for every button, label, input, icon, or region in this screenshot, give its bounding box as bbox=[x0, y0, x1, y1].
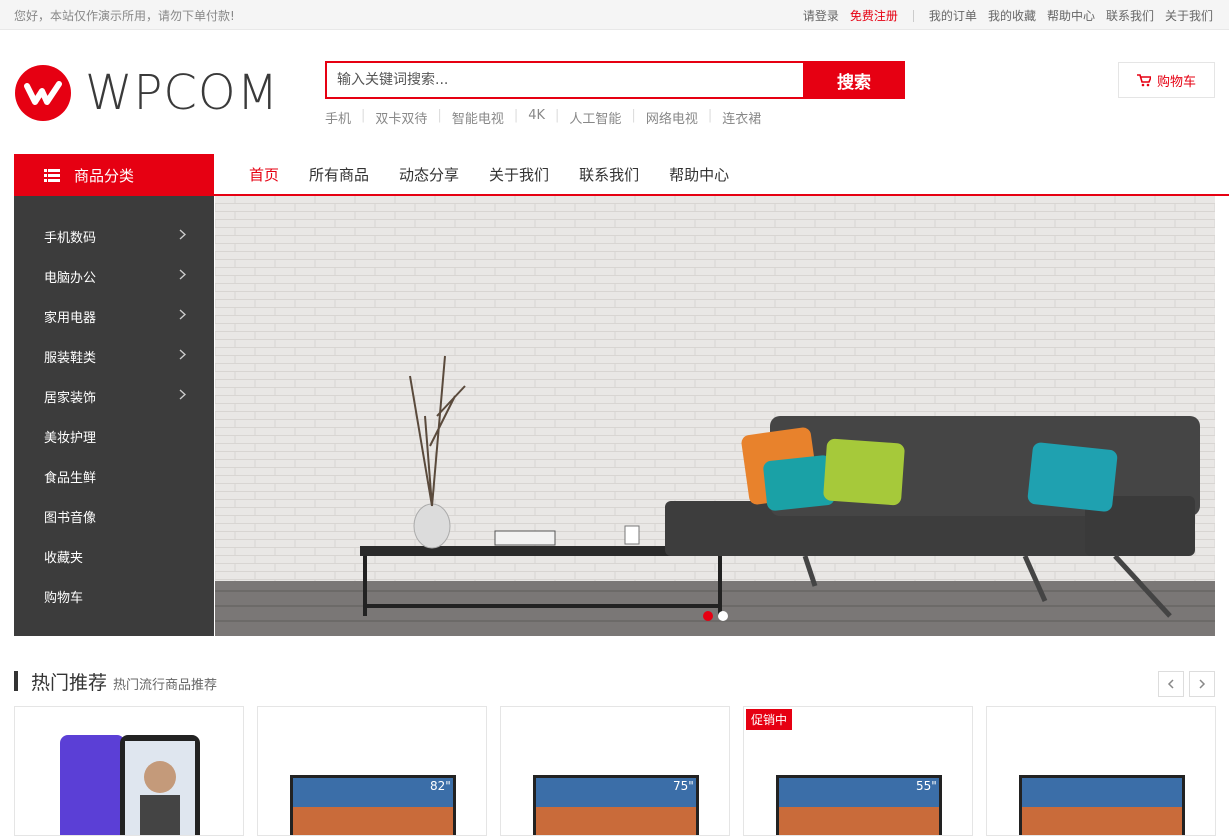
product-list: 82" 75" 55" 促销中 bbox=[14, 706, 1229, 836]
sidebar-item[interactable]: 手机数码 bbox=[14, 216, 214, 256]
top-links: 请登录 免费注册 我的订单 我的收藏 帮助中心 联系我们 关于我们 bbox=[792, 7, 1213, 24]
sidebar-item-label: 食品生鲜 bbox=[44, 470, 97, 486]
carousel-dot[interactable] bbox=[718, 611, 728, 621]
tv-size-label: 75" bbox=[673, 779, 694, 793]
cart-icon bbox=[1136, 73, 1151, 86]
my-favorites-link[interactable]: 我的收藏 bbox=[988, 7, 1036, 24]
section-title: 热门推荐 bbox=[31, 672, 108, 694]
sidebar-item[interactable]: 购物车 bbox=[14, 576, 214, 616]
product-image bbox=[290, 775, 456, 835]
product-card[interactable]: 55" 促销中 bbox=[743, 706, 973, 836]
tv-size-label: 55" bbox=[916, 779, 937, 793]
product-card[interactable]: 75" bbox=[500, 706, 730, 836]
my-orders-link[interactable]: 我的订单 bbox=[929, 7, 977, 24]
hot-keyword[interactable]: 智能电视 bbox=[452, 108, 504, 127]
section-marker bbox=[14, 671, 18, 691]
product-image bbox=[533, 775, 699, 835]
hot-keyword[interactable]: 4K bbox=[528, 108, 545, 127]
site-logo[interactable]: WPCOM bbox=[15, 65, 279, 121]
product-card[interactable]: 82" bbox=[257, 706, 487, 836]
product-image bbox=[60, 735, 200, 835]
category-sidebar: 手机数码电脑办公家用电器服装鞋类居家装饰美妆护理食品生鲜图书音像收藏夹购物车 bbox=[14, 196, 214, 636]
sidebar-item-label: 图书音像 bbox=[44, 510, 97, 526]
hot-keyword[interactable]: 人工智能 bbox=[569, 108, 621, 127]
nav-help[interactable]: 帮助中心 bbox=[669, 164, 729, 185]
hot-keyword[interactable]: 手机 bbox=[325, 108, 351, 127]
category-menu-label: 商品分类 bbox=[74, 166, 135, 185]
sidebar-item-label: 居家装饰 bbox=[44, 390, 97, 406]
search-button[interactable]: 搜索 bbox=[803, 61, 905, 99]
chevron-right-icon bbox=[179, 308, 187, 324]
nav-home[interactable]: 首页 bbox=[249, 164, 279, 185]
register-link[interactable]: 免费注册 bbox=[850, 7, 898, 24]
sidebar-item-label: 美妆护理 bbox=[44, 430, 97, 446]
hot-section-header: 热门推荐 热门流行商品推荐 bbox=[14, 668, 1215, 697]
product-card[interactable] bbox=[986, 706, 1216, 836]
carousel-dot[interactable] bbox=[703, 611, 713, 621]
top-bar: 您好，本站仅作演示所用，请勿下单付款! 请登录 免费注册 我的订单 我的收藏 帮… bbox=[0, 0, 1229, 30]
hot-keywords: 手机 | 双卡双待 | 智能电视 | 4K | 人工智能 | 网络电视 | 连衣裙 bbox=[325, 108, 762, 127]
promo-badge: 促销中 bbox=[746, 709, 793, 730]
logo-text: WPCOM bbox=[85, 65, 280, 121]
hot-keyword[interactable]: 双卡双待 bbox=[375, 108, 427, 127]
prev-arrow-icon[interactable] bbox=[1158, 671, 1184, 697]
tv-size-label: 82" bbox=[430, 779, 451, 793]
cart-label: 购物车 bbox=[1156, 74, 1196, 90]
product-card[interactable] bbox=[14, 706, 244, 836]
nav-all-products[interactable]: 所有商品 bbox=[309, 164, 369, 185]
header: WPCOM 搜索 手机| 双卡双待| 智能电视| 4K| 人工智能| 网络电视|… bbox=[0, 30, 1229, 154]
login-link[interactable]: 请登录 bbox=[803, 7, 839, 24]
sidebar-item[interactable]: 图书音像 bbox=[14, 496, 214, 536]
sidebar-item[interactable]: 居家装饰 bbox=[14, 376, 214, 416]
sidebar-item[interactable]: 服装鞋类 bbox=[14, 336, 214, 376]
category-menu-button[interactable]: 商品分类 bbox=[14, 154, 214, 196]
section-arrows bbox=[1153, 671, 1215, 697]
sidebar-item-label: 家用电器 bbox=[44, 310, 97, 326]
about-link[interactable]: 关于我们 bbox=[1165, 7, 1213, 24]
next-arrow-icon[interactable] bbox=[1189, 671, 1215, 697]
sidebar-item[interactable]: 美妆护理 bbox=[14, 416, 214, 456]
search-bar: 搜索 bbox=[325, 61, 905, 99]
nav-links: 首页 所有商品 动态分享 关于我们 联系我们 帮助中心 bbox=[234, 164, 744, 185]
sidebar-item[interactable]: 电脑办公 bbox=[14, 256, 214, 296]
section-subtitle: 热门流行商品推荐 bbox=[113, 678, 218, 693]
chevron-right-icon bbox=[179, 268, 187, 284]
search-input[interactable] bbox=[325, 61, 803, 99]
chevron-right-icon bbox=[179, 388, 187, 404]
banner-image bbox=[215, 196, 1215, 636]
nav-about[interactable]: 关于我们 bbox=[489, 164, 549, 185]
main-nav: 商品分类 首页 所有商品 动态分享 关于我们 联系我们 帮助中心 bbox=[0, 154, 1229, 196]
help-center-link[interactable]: 帮助中心 bbox=[1047, 7, 1095, 24]
nav-contact[interactable]: 联系我们 bbox=[579, 164, 639, 185]
divider bbox=[912, 9, 914, 22]
carousel-dots bbox=[703, 611, 733, 621]
product-image bbox=[1019, 775, 1185, 835]
sidebar-item[interactable]: 家用电器 bbox=[14, 296, 214, 336]
logo-mark-icon bbox=[15, 65, 71, 121]
hero-banner[interactable] bbox=[215, 196, 1215, 636]
sidebar-item-label: 收藏夹 bbox=[44, 550, 84, 566]
sidebar-item[interactable]: 收藏夹 bbox=[14, 536, 214, 576]
nav-news[interactable]: 动态分享 bbox=[399, 164, 459, 185]
list-icon bbox=[44, 168, 60, 182]
sidebar-item[interactable]: 食品生鲜 bbox=[14, 456, 214, 496]
cart-button[interactable]: 购物车 bbox=[1118, 62, 1215, 98]
chevron-right-icon bbox=[179, 228, 187, 244]
site-notice: 您好，本站仅作演示所用，请勿下单付款! bbox=[14, 9, 235, 23]
chevron-right-icon bbox=[179, 348, 187, 364]
sidebar-item-label: 手机数码 bbox=[44, 230, 97, 246]
hot-keyword[interactable]: 连衣裙 bbox=[722, 108, 761, 127]
sidebar-item-label: 电脑办公 bbox=[44, 270, 97, 286]
sidebar-item-label: 购物车 bbox=[44, 590, 84, 606]
contact-link[interactable]: 联系我们 bbox=[1106, 7, 1154, 24]
sidebar-item-label: 服装鞋类 bbox=[44, 350, 97, 366]
hot-keyword[interactable]: 网络电视 bbox=[646, 108, 698, 127]
